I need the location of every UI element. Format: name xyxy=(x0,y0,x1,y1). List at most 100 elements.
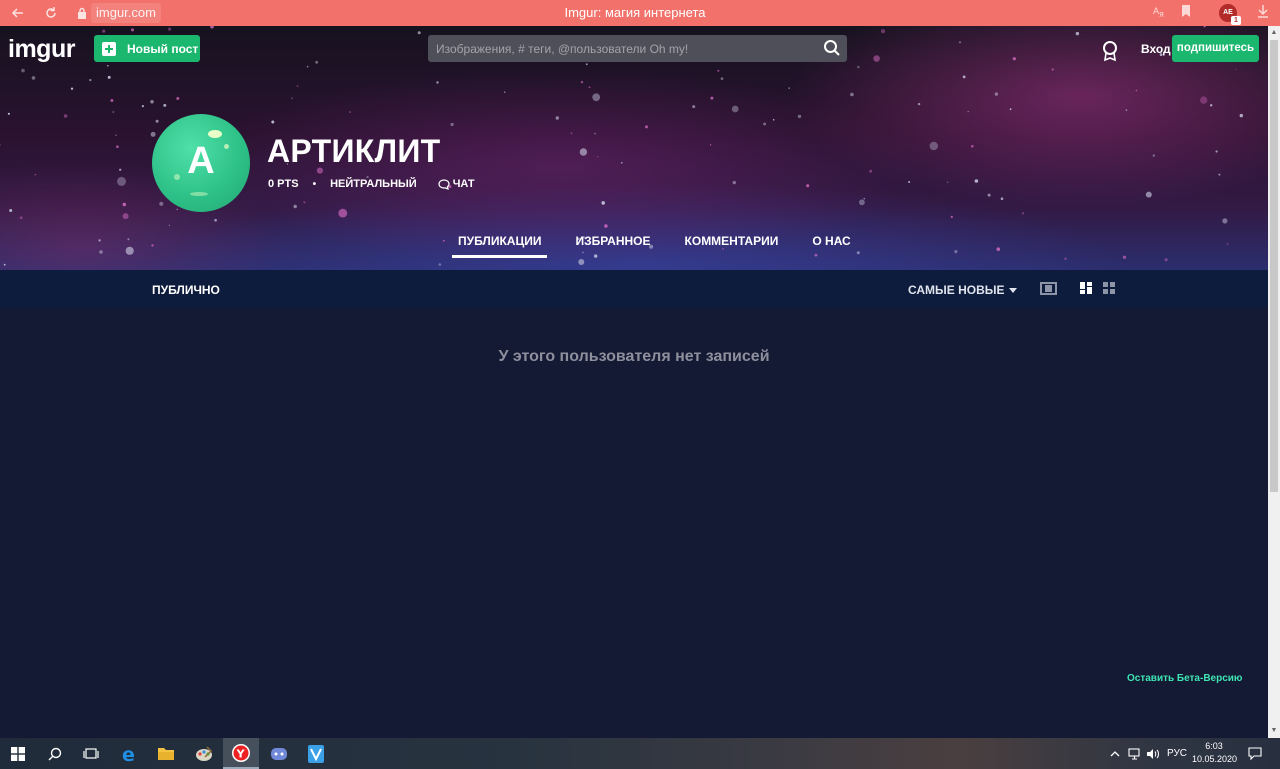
star-decoration xyxy=(806,184,810,188)
login-link[interactable]: Вход xyxy=(1141,42,1171,56)
download-icon[interactable] xyxy=(1256,4,1270,21)
star-decoration xyxy=(863,197,866,200)
star-decoration xyxy=(974,179,979,183)
award-ribbon-icon[interactable] xyxy=(1101,40,1119,62)
star-decoration xyxy=(168,27,172,31)
page-content: imgur Новый пост Вход подпишитесь A АРТИ… xyxy=(0,26,1268,738)
star-decoration xyxy=(63,114,68,118)
star-decoration xyxy=(106,64,109,67)
star-decoration xyxy=(417,31,421,35)
empty-state-message: У этого пользователя нет записей xyxy=(498,348,770,365)
tab-favorites[interactable]: ИЗБРАННОЕ xyxy=(569,234,656,258)
task-view-icon[interactable] xyxy=(73,738,109,769)
star-decoration xyxy=(967,110,969,113)
yandex-browser-icon[interactable]: Y xyxy=(223,738,259,769)
search-input[interactable] xyxy=(428,35,818,62)
scroll-down-arrow-icon[interactable]: ▼ xyxy=(1270,726,1278,736)
star-decoration xyxy=(349,111,351,113)
username: АРТИКЛИТ xyxy=(267,133,441,169)
vpn-app-icon[interactable] xyxy=(298,738,334,769)
star-decoration xyxy=(122,213,129,220)
star-decoration xyxy=(442,239,445,242)
points: 0 PTS xyxy=(268,178,299,190)
visibility-label[interactable]: ПУБЛИЧНО xyxy=(152,283,220,297)
edge-browser-icon[interactable]: e xyxy=(112,738,148,769)
waterfall-view-icon[interactable] xyxy=(1080,282,1092,294)
new-post-label: Новый пост xyxy=(127,41,199,56)
star-decoration xyxy=(1222,218,1228,224)
notifications-icon[interactable] xyxy=(1248,738,1262,769)
show-hidden-icons-chevron-icon[interactable] xyxy=(1110,738,1120,769)
discord-icon[interactable] xyxy=(261,738,297,769)
star-decoration xyxy=(291,97,293,99)
star-decoration xyxy=(271,120,275,124)
star-decoration xyxy=(592,93,601,102)
tab-comments[interactable]: КОММЕНТАРИИ xyxy=(679,234,785,258)
profile-stats: 0 PTS • НЕЙТРАЛЬНЫЙ ЧАТ xyxy=(268,178,475,190)
star-decoration xyxy=(99,250,103,254)
star-decoration xyxy=(214,218,217,222)
tab-about[interactable]: О НАС xyxy=(806,234,856,258)
imgur-logo[interactable]: imgur xyxy=(8,35,75,64)
star-decoration xyxy=(763,122,766,126)
star-decoration xyxy=(873,55,880,62)
chat-link[interactable]: ЧАТ xyxy=(453,178,475,190)
volume-icon[interactable] xyxy=(1146,738,1160,769)
star-decoration xyxy=(159,201,164,206)
network-icon[interactable] xyxy=(1128,738,1142,769)
star-decoration xyxy=(436,81,439,84)
page-scrollbar[interactable]: ▲ ▼ xyxy=(1268,26,1280,738)
star-decoration xyxy=(31,76,36,80)
star-decoration xyxy=(604,224,608,228)
star-decoration xyxy=(585,63,588,66)
star-decoration xyxy=(141,105,144,108)
svg-text:Я: Я xyxy=(1159,11,1164,18)
star-decoration xyxy=(710,96,714,100)
new-post-button[interactable]: Новый пост xyxy=(94,35,200,62)
chat-bubble-icon[interactable] xyxy=(438,178,450,190)
search-bar xyxy=(428,35,847,62)
star-decoration xyxy=(1200,96,1208,104)
sort-dropdown[interactable]: САМЫЕ НОВЫЕ xyxy=(908,283,1017,297)
star-decoration xyxy=(597,156,599,158)
avatar-letter: A xyxy=(187,140,215,182)
paint-app-icon[interactable] xyxy=(186,738,222,769)
star-decoration xyxy=(850,92,854,97)
leave-beta-link[interactable]: Оставить Бета-Версию xyxy=(1127,673,1242,684)
star-decoration xyxy=(720,77,724,80)
star-decoration xyxy=(797,114,802,119)
star-decoration xyxy=(1135,89,1138,92)
star-decoration xyxy=(70,87,74,90)
star-decoration xyxy=(34,173,37,176)
extension-label: AE xyxy=(1223,9,1233,16)
star-decoration xyxy=(7,112,10,115)
star-decoration xyxy=(579,148,588,156)
posts-toolbar: ПУБЛИЧНО САМЫЕ НОВЫЕ xyxy=(0,270,1268,308)
tab-posts[interactable]: ПУБЛИКАЦИИ xyxy=(452,234,548,258)
bookmark-icon[interactable] xyxy=(1180,4,1192,21)
star-decoration xyxy=(1210,104,1213,107)
system-clock[interactable]: 6:03 10.05.2020 xyxy=(1192,740,1238,766)
star-decoration xyxy=(954,250,958,254)
translate-icon[interactable]: AЯ xyxy=(1152,4,1166,21)
windows-start-icon[interactable] xyxy=(0,738,36,769)
browser-toolbar: imgur.com Imgur: магия интернета AЯ AE 1 xyxy=(0,0,1280,26)
signup-button[interactable]: подпишитесь xyxy=(1172,35,1259,62)
scroll-up-arrow-icon[interactable]: ▲ xyxy=(1270,28,1278,38)
star-decoration xyxy=(315,60,319,64)
star-decoration xyxy=(645,125,648,129)
wide-view-icon[interactable] xyxy=(1040,282,1057,295)
star-decoration xyxy=(1012,57,1016,61)
star-decoration xyxy=(947,181,949,183)
file-explorer-icon[interactable] xyxy=(148,738,184,769)
star-decoration xyxy=(107,75,111,79)
star-decoration xyxy=(857,65,860,69)
search-taskbar-icon[interactable] xyxy=(37,738,73,769)
search-icon[interactable] xyxy=(823,39,841,57)
star-decoration xyxy=(570,132,573,135)
grid-view-icon[interactable] xyxy=(1103,282,1115,294)
clock-date: 10.05.2020 xyxy=(1192,754,1238,764)
scrollbar-thumb[interactable] xyxy=(1270,40,1278,492)
input-language[interactable]: РУС xyxy=(1167,738,1187,769)
extension-icon[interactable]: AE 1 xyxy=(1219,4,1241,25)
